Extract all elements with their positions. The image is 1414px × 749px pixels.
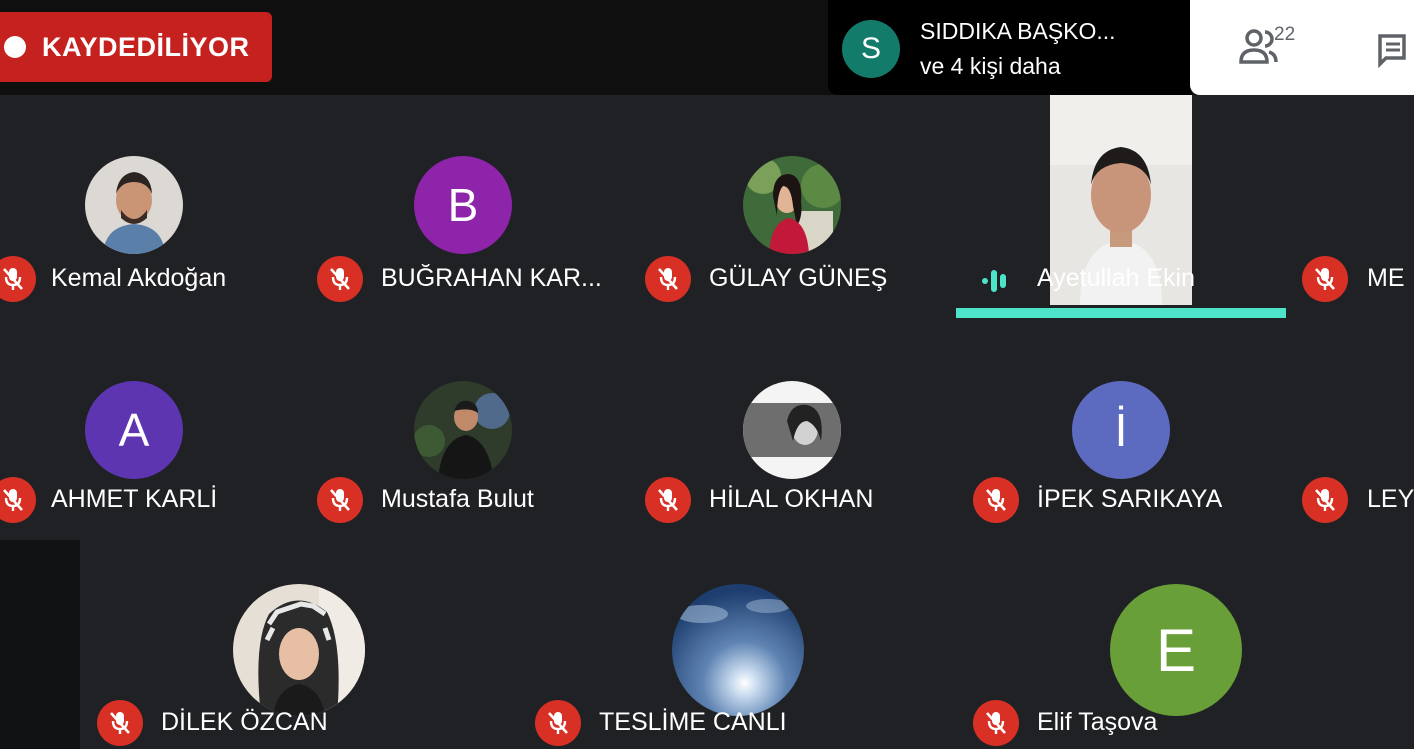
participant-name: LEY <box>1367 485 1414 513</box>
participant-name: Ayetullah Ekin <box>1037 264 1195 292</box>
participant-name: İPEK SARIKAYA <box>1037 485 1223 513</box>
recording-badge: KAYDEDİLİYOR <box>0 12 272 82</box>
mic-off-icon <box>535 700 581 746</box>
participant-name: Elif Taşova <box>1037 708 1158 736</box>
mic-off-icon <box>645 256 691 302</box>
participant-tile[interactable]: Mustafa Bulut <box>310 375 610 535</box>
recording-dot-icon <box>4 36 26 58</box>
people-icon[interactable] <box>1238 22 1308 72</box>
participant-photo <box>743 156 841 254</box>
mic-off-icon <box>973 700 1019 746</box>
participant-name: AHMET KARLİ <box>51 485 218 513</box>
participant-photo <box>672 584 804 716</box>
participant-initial-avatar: A <box>85 381 183 479</box>
participant-photo <box>414 381 512 479</box>
participant-tile[interactable]: TESLİME CANLI <box>528 580 858 749</box>
mic-off-icon <box>1302 477 1348 523</box>
mic-off-icon <box>97 700 143 746</box>
participant-photo <box>85 156 183 254</box>
participant-tile[interactable]: ME <box>1300 150 1414 310</box>
participant-name: TESLİME CANLI <box>599 708 787 736</box>
mic-off-icon <box>645 477 691 523</box>
participant-tile[interactable]: DİLEK ÖZCAN <box>90 580 390 749</box>
chat-icon[interactable] <box>1376 28 1406 68</box>
participant-count: 22 <box>1274 24 1296 45</box>
participant-tile[interactable]: A AHMET KARLİ <box>0 375 300 535</box>
participant-name: ME <box>1367 264 1405 292</box>
mic-off-icon <box>0 256 36 302</box>
participant-name: Mustafa Bulut <box>381 485 534 513</box>
participant-tile[interactable]: Kemal Akdoğan <box>0 150 300 310</box>
mic-off-icon <box>317 256 363 302</box>
recording-label: KAYDEDİLİYOR <box>42 31 250 62</box>
participant-photo <box>233 584 365 716</box>
participant-tile[interactable]: HİLAL OKHAN <box>640 375 940 535</box>
participant-name: BUĞRAHAN KAR... <box>381 264 602 292</box>
participant-name: Kemal Akdoğan <box>51 264 227 292</box>
side-panel-edge <box>0 540 80 749</box>
participant-tile[interactable]: LEY <box>1300 375 1414 535</box>
participant-tile[interactable]: B BUĞRAHAN KAR... <box>310 150 610 310</box>
participant-name: HİLAL OKHAN <box>709 485 874 513</box>
presenter-name: SIDDIKA BAŞKO... <box>920 18 1116 44</box>
participant-photo <box>743 381 841 479</box>
presenter-others: ve 4 kişi daha <box>920 53 1061 79</box>
mic-off-icon <box>1302 256 1348 302</box>
mic-off-icon <box>0 477 36 523</box>
participant-name: GÜLAY GÜNEŞ <box>709 264 888 292</box>
mic-off-icon <box>317 477 363 523</box>
mic-off-icon <box>973 477 1019 523</box>
participant-name: DİLEK ÖZCAN <box>161 708 328 736</box>
presenter-chip[interactable]: S SIDDIKA BAŞKO... ve 4 kişi daha <box>828 0 1192 95</box>
audio-level-icon <box>980 266 1016 296</box>
participant-tile[interactable]: İ İPEK SARIKAYA <box>960 375 1290 535</box>
participant-initial-avatar: B <box>414 156 512 254</box>
presenter-avatar: S <box>842 20 900 78</box>
participant-initial-avatar: İ <box>1072 381 1170 479</box>
participant-tile[interactable]: E Elif Taşova <box>966 580 1296 749</box>
participant-tile[interactable]: Ayetullah Ekin <box>960 150 1290 310</box>
meeting-controls: 22 <box>1190 0 1414 95</box>
participant-tile[interactable]: GÜLAY GÜNEŞ <box>640 150 940 310</box>
participant-initial-avatar: E <box>1110 584 1242 716</box>
